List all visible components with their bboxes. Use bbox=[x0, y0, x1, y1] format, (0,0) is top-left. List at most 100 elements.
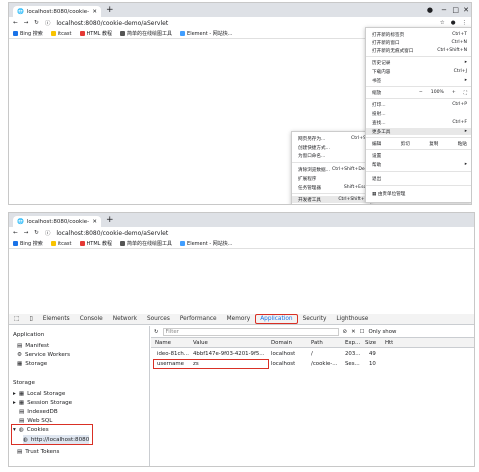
table-row[interactable]: ideo-81ch... 4bbf147e-9f03-4201-9f5... l… bbox=[151, 349, 474, 359]
forward-icon[interactable]: → bbox=[24, 230, 29, 236]
column-header[interactable]: Exp... bbox=[345, 340, 360, 346]
bookmark-item[interactable]: HTML 教程 bbox=[79, 30, 112, 37]
tab-sources[interactable]: Sources bbox=[142, 316, 175, 322]
menu-item[interactable]: 任务管理器 Shift+Esc bbox=[298, 184, 366, 191]
filter-input[interactable]: Filter bbox=[162, 327, 339, 336]
bookmark-item[interactable]: Element - 网站快... bbox=[180, 240, 232, 247]
cookie-expires: 203... bbox=[345, 351, 361, 357]
chevron-right-icon[interactable]: ▸ bbox=[13, 391, 16, 397]
sidebar-item-indexeddb[interactable]: ▤ IndexedDB bbox=[19, 407, 149, 416]
browser-tab[interactable]: 🌐 localhost:8080/cookie-demo/aS ✕ bbox=[13, 6, 101, 17]
menu-item[interactable]: 打开新的窗口 Ctrl+N bbox=[372, 39, 467, 46]
zoom-out-button[interactable]: − bbox=[419, 90, 423, 96]
refresh-icon[interactable]: ↻ bbox=[154, 329, 159, 335]
reload-icon[interactable]: ↻ bbox=[34, 20, 39, 26]
more-tools-item[interactable]: 更多工具 ▸ bbox=[366, 128, 471, 135]
menu-item[interactable]: 查找... Ctrl+F bbox=[372, 119, 467, 126]
managed-item[interactable]: ▦ 由贵单位管理 bbox=[372, 190, 467, 197]
inspect-icon[interactable]: ⬚ bbox=[9, 316, 24, 322]
tab-memory[interactable]: Memory bbox=[222, 316, 256, 322]
chevron-right-icon[interactable]: ▸ bbox=[13, 400, 16, 406]
table-row[interactable]: username zs localhost /cookie-... Ses...… bbox=[151, 359, 474, 369]
tab-application[interactable]: Application bbox=[255, 314, 298, 324]
menu-item[interactable]: 历史记录 ▸ bbox=[372, 59, 467, 66]
menu-icon[interactable]: ⋮ bbox=[462, 20, 468, 26]
delete-icon[interactable]: ✕ bbox=[351, 329, 356, 335]
menu-item[interactable]: 打印... Ctrl+P bbox=[372, 101, 467, 108]
bookmark-item[interactable]: Bing 搜索 bbox=[13, 240, 43, 247]
bookmark-item[interactable]: 简单的在线绘图工具 bbox=[120, 240, 172, 247]
bookmark-item[interactable]: itcast bbox=[50, 241, 72, 247]
tab-performance[interactable]: Performance bbox=[175, 316, 222, 322]
minimize-icon[interactable]: − bbox=[441, 6, 447, 14]
paste-button[interactable]: 粘贴 bbox=[458, 141, 467, 147]
url-field[interactable]: localhost:8080/cookie-demo/aServlet bbox=[56, 230, 168, 237]
sidebar-item-local-storage[interactable]: ▸ ▦ Local Storage bbox=[13, 389, 149, 398]
tab-lighthouse[interactable]: Lighthouse bbox=[331, 316, 373, 322]
menu-item[interactable]: 帮助 ▸ bbox=[372, 161, 467, 168]
menu-item[interactable]: 网页另存为... Ctrl+S bbox=[298, 135, 366, 142]
column-header[interactable]: Size bbox=[365, 340, 376, 346]
menu-item[interactable]: 创建快捷方式... bbox=[298, 144, 366, 151]
forward-icon[interactable]: → bbox=[24, 20, 29, 26]
chevron-down-icon[interactable]: ▾ bbox=[13, 427, 16, 433]
sidebar-item-manifest[interactable]: ▤ Manifest bbox=[17, 341, 149, 350]
column-header[interactable]: Htt bbox=[385, 340, 393, 346]
menu-item[interactable]: 为窗口命名... bbox=[298, 152, 366, 159]
reload-icon[interactable]: ↻ bbox=[34, 230, 39, 236]
menu-item[interactable]: 清除浏览数据... Ctrl+Shift+Del bbox=[298, 166, 366, 173]
fullscreen-icon[interactable]: ⛶ bbox=[464, 90, 467, 96]
profile-icon[interactable]: ● bbox=[451, 20, 456, 26]
column-header[interactable]: Path bbox=[311, 340, 323, 346]
menu-item[interactable]: 打开新的标签页 Ctrl+T bbox=[372, 31, 467, 38]
zoom-in-button[interactable]: + bbox=[452, 90, 456, 96]
new-tab-button[interactable]: + bbox=[106, 216, 114, 225]
close-icon[interactable]: ✕ bbox=[92, 219, 97, 225]
copy-button[interactable]: 复制 bbox=[429, 141, 438, 147]
tab-security[interactable]: Security bbox=[298, 316, 332, 322]
sidebar-item-trust-tokens[interactable]: ▤ Trust Tokens bbox=[17, 447, 149, 456]
close-icon[interactable]: ✕ bbox=[92, 9, 97, 15]
menu-item[interactable]: 下载内容 Ctrl+J bbox=[372, 68, 467, 75]
menu-item[interactable]: 设置 bbox=[372, 152, 467, 159]
only-show-checkbox[interactable]: ☐ bbox=[360, 329, 365, 335]
account-icon[interactable]: ● bbox=[427, 6, 433, 14]
divider bbox=[292, 162, 370, 163]
cut-button[interactable]: 剪切 bbox=[401, 141, 410, 147]
tab-network[interactable]: Network bbox=[108, 316, 142, 322]
url-field[interactable]: localhost:8080/cookie-demo/aServlet bbox=[56, 20, 168, 27]
back-icon[interactable]: ← bbox=[13, 20, 18, 26]
bookmark-item[interactable]: Element - 网站快... bbox=[180, 30, 232, 37]
menu-item[interactable]: 书签 ▸ bbox=[372, 77, 467, 84]
column-header[interactable]: Value bbox=[193, 340, 208, 346]
maximize-icon[interactable]: □ bbox=[452, 6, 459, 14]
cookie-name: ideo-81ch... bbox=[157, 351, 189, 357]
menu-item[interactable]: 打开新的无痕式窗口 Ctrl+Shift+N bbox=[372, 47, 467, 54]
cookie-origin-item[interactable]: ◍ http://localhost:8080 bbox=[23, 435, 89, 444]
tab-console[interactable]: Console bbox=[75, 316, 108, 322]
column-header[interactable]: Domain bbox=[271, 340, 292, 346]
menu-item[interactable]: 投射... bbox=[372, 110, 467, 117]
clear-filter-icon[interactable]: ⊘ bbox=[343, 329, 348, 335]
menu-item[interactable]: 退出 bbox=[372, 175, 467, 182]
tab-strip: 🌐 localhost:8080/cookie-demo/ ✕ + bbox=[9, 213, 474, 227]
browser-tab[interactable]: 🌐 localhost:8080/cookie-demo/ ✕ bbox=[13, 216, 101, 227]
back-icon[interactable]: ← bbox=[13, 230, 18, 236]
sidebar-item-storage[interactable]: ▦ Storage bbox=[17, 359, 149, 368]
bookmark-item[interactable]: HTML 教程 bbox=[79, 240, 112, 247]
tab-elements[interactable]: Elements bbox=[38, 316, 75, 322]
developer-tools-item[interactable]: 开发者工具 Ctrl+Shift+I bbox=[292, 196, 370, 203]
window-close-icon[interactable]: ✕ bbox=[463, 6, 469, 14]
sidebar-item-session-storage[interactable]: ▸ ▦ Session Storage bbox=[13, 398, 149, 407]
cookie-icon: ◍ bbox=[23, 436, 28, 443]
menu-item[interactable]: 扩展程序 bbox=[298, 175, 366, 182]
bookmark-item[interactable]: 简单的在线绘图工具 bbox=[120, 30, 172, 37]
sidebar-item-service-workers[interactable]: ⚙ Service Workers bbox=[17, 350, 149, 359]
star-icon[interactable]: ☆ bbox=[440, 20, 445, 26]
bookmark-item[interactable]: Bing 搜索 bbox=[13, 30, 43, 37]
bookmark-item[interactable]: itcast bbox=[50, 31, 72, 37]
device-toggle-icon[interactable]: ▯ bbox=[24, 316, 37, 322]
sidebar-item-cookies[interactable]: ▾ ◍ Cookies bbox=[13, 425, 149, 434]
new-tab-button[interactable]: + bbox=[106, 6, 114, 15]
column-header[interactable]: Name bbox=[155, 340, 171, 346]
